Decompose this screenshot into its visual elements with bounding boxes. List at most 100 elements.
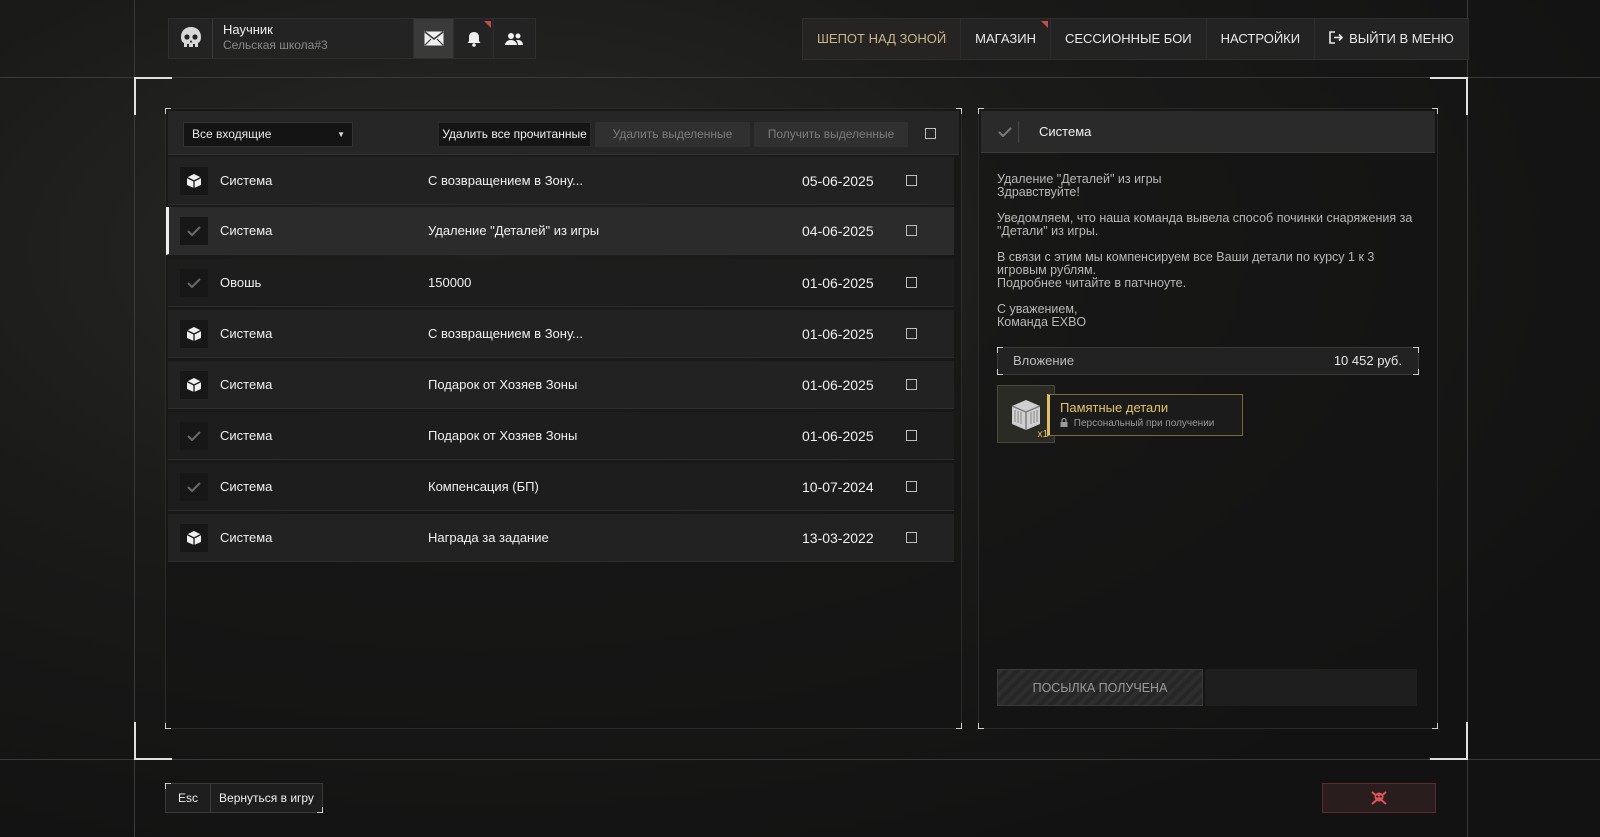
get-selected-button[interactable]: Получить выделенные	[754, 122, 908, 147]
skull-icon	[180, 26, 201, 47]
message-paragraph: Уведомляем, что наша команда вывела спос…	[997, 211, 1413, 238]
user-subtitle: Сельская школа#3	[223, 38, 328, 52]
avatar[interactable]	[169, 19, 213, 58]
message-signature: Команда EXBO	[997, 315, 1087, 329]
friends-button[interactable]	[493, 19, 533, 58]
package-icon	[180, 524, 208, 552]
button-corner	[165, 783, 171, 789]
user-name: Научник	[223, 22, 273, 37]
shop-badge	[1040, 21, 1048, 28]
frame-line-top	[0, 77, 1600, 78]
nav-exit-label: ВЫЙТИ В МЕНЮ	[1349, 31, 1454, 46]
check-icon	[180, 473, 208, 501]
message-body: Удаление "Деталей" из игры Здравствуйте!…	[997, 173, 1417, 342]
button-corner	[317, 807, 323, 813]
item-note-text: Персональный при получении	[1073, 418, 1215, 429]
mail-row[interactable]: Система Компенсация (БП) 10-07-2024	[168, 463, 954, 511]
panel-corner	[165, 723, 171, 729]
mail-row-checkbox[interactable]	[906, 277, 917, 288]
mail-date: 01-06-2025	[802, 275, 874, 291]
mail-row[interactable]: Система С возвращением в Зону... 01-06-2…	[168, 310, 954, 358]
user-info: Научник Сельская школа#3	[213, 19, 413, 58]
mail-row[interactable]: Система Удаление "Деталей" из игры 04-06…	[166, 207, 954, 255]
mail-row-checkbox[interactable]	[906, 481, 917, 492]
mail-toolbar: Все входящие ▼ Удалить все прочитанные У…	[168, 111, 959, 155]
message-line: Подробнее читайте в патчноуте.	[997, 276, 1187, 290]
mail-sender: Система	[220, 530, 273, 545]
mail-sender: Система	[220, 377, 273, 392]
mail-subject: 150000	[428, 275, 472, 290]
panel-corner	[1432, 723, 1438, 729]
message-line: Здравствуйте!	[997, 185, 1080, 199]
mail-row-checkbox[interactable]	[906, 532, 917, 543]
attachment-value: 10 452 руб.	[1333, 353, 1402, 368]
mail-date: 05-06-2025	[802, 173, 874, 189]
mail-row[interactable]: Система Подарок от Хозяев Зоны 01-06-202…	[168, 361, 954, 409]
package-icon	[180, 371, 208, 399]
dropdown-arrow-icon: ▼	[337, 130, 345, 139]
frame-line-bottom	[0, 759, 1600, 760]
mail-row-checkbox[interactable]	[906, 379, 917, 390]
mail-row-checkbox[interactable]	[906, 225, 917, 236]
message-line: Удаление "Деталей" из игры	[997, 172, 1162, 186]
message-line: В связи с этим мы компенсируем все Ваши …	[997, 250, 1375, 277]
mail-sender: Система	[220, 223, 273, 238]
mail-subject: Подарок от Хозяев Зоны	[428, 377, 578, 392]
select-all-checkbox[interactable]	[925, 128, 936, 139]
mail-subject: Удаление "Деталей" из игры	[428, 223, 600, 238]
envelope-icon	[424, 31, 443, 46]
bell-icon	[467, 31, 480, 47]
top-navigation: ШЕПОТ НАД ЗОНОЙ МАГАЗИН СЕССИОННЫЕ БОИ Н…	[802, 18, 1469, 60]
package-icon	[180, 320, 208, 348]
frame-line-right	[1467, 0, 1468, 837]
attachment-corner	[1413, 369, 1419, 375]
user-profile-block: Научник Сельская школа#3	[168, 18, 536, 59]
nav-shop[interactable]: МАГАЗИН	[961, 19, 1051, 59]
message-sender: Система	[1039, 124, 1092, 139]
mail-date: 01-06-2025	[802, 377, 874, 393]
return-to-game-button[interactable]: Esc Вернуться в игру	[165, 783, 323, 813]
mail-row-checkbox[interactable]	[906, 175, 917, 186]
frame-line-left	[134, 0, 135, 837]
nav-session-battles[interactable]: СЕССИОННЫЕ БОИ	[1050, 19, 1207, 59]
mail-row[interactable]: Овошь 150000 01-06-2025	[168, 259, 954, 307]
mail-row[interactable]: Система Награда за задание 13-03-2022	[168, 514, 954, 562]
message-signature: С уважением,	[997, 302, 1078, 316]
panel-corner	[956, 723, 962, 729]
esc-key-label: Esc	[166, 784, 211, 812]
item-tooltip: Памятные детали Персональный при получен…	[1047, 394, 1243, 436]
attachment-corner	[1413, 347, 1419, 353]
nav-settings[interactable]: НАСТРОЙКИ	[1206, 19, 1316, 59]
read-check-icon	[991, 121, 1019, 143]
mail-button[interactable]	[413, 19, 453, 58]
mail-subject: С возвращением в Зону...	[428, 173, 583, 188]
attachment-label: Вложение	[1013, 353, 1075, 368]
mail-row-checkbox[interactable]	[906, 430, 917, 441]
mail-subject: Подарок от Хозяев Зоны	[428, 428, 578, 443]
mail-filter-value: Все входящие	[192, 127, 272, 141]
nav-whisper-over-zone[interactable]: ШЕПОТ НАД ЗОНОЙ	[803, 19, 962, 59]
quit-game-button[interactable]	[1322, 783, 1436, 813]
nav-exit-to-menu[interactable]: ВЫЙТИ В МЕНЮ	[1315, 19, 1468, 59]
mail-date: 01-06-2025	[802, 326, 874, 342]
mail-subject: Награда за задание	[428, 530, 549, 545]
parts-box-icon	[1011, 400, 1041, 430]
mail-list-panel: Все входящие ▼ Удалить все прочитанные У…	[165, 108, 962, 729]
delete-read-button[interactable]: Удалить все прочитанные	[438, 122, 591, 147]
check-icon	[180, 217, 208, 245]
mail-row[interactable]: Система Подарок от Хозяев Зоны 01-06-202…	[168, 412, 954, 460]
notifications-button[interactable]	[453, 19, 493, 58]
parcel-received-button[interactable]: ПОСЫЛКА ПОЛУЧЕНА	[997, 669, 1203, 706]
mail-row-checkbox[interactable]	[906, 328, 917, 339]
mail-row[interactable]: Система С возвращением в Зону... 05-06-2…	[168, 157, 954, 205]
notification-badge	[484, 21, 491, 28]
mail-filter-dropdown[interactable]: Все входящие ▼	[183, 122, 353, 147]
users-icon	[504, 32, 523, 45]
mail-sender: Овошь	[220, 275, 262, 290]
package-icon	[180, 167, 208, 195]
delete-selected-button[interactable]: Удалить выделенные	[595, 122, 750, 147]
attachment-corner	[997, 369, 1003, 375]
mail-sender: Система	[220, 428, 273, 443]
action-bar-filler	[1205, 669, 1417, 706]
mail-sender: Система	[220, 326, 273, 341]
